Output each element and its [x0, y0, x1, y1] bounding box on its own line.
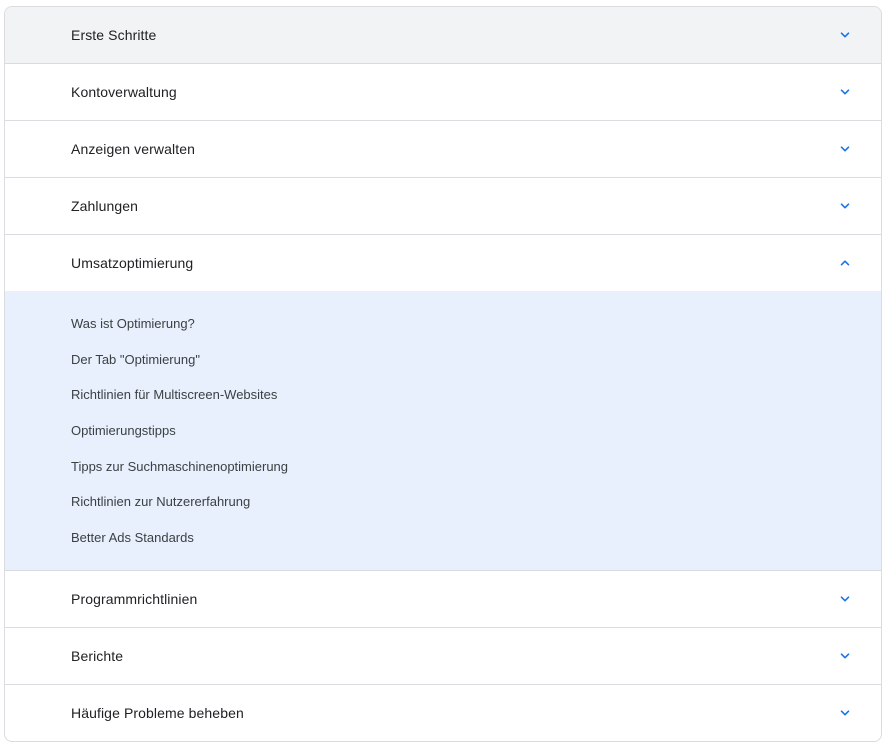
sub-item-seo-tipps[interactable]: Tipps zur Suchmaschinenoptimierung [71, 448, 881, 484]
section-header-zahlungen[interactable]: Zahlungen [5, 178, 881, 234]
section-title: Berichte [71, 648, 124, 665]
section-header-berichte[interactable]: Berichte [5, 628, 881, 684]
section-zahlungen: Zahlungen [5, 178, 881, 235]
section-header-kontoverwaltung[interactable]: Kontoverwaltung [5, 64, 881, 120]
section-title: Programmrichtlinien [71, 591, 198, 608]
section-title: Häufige Probleme beheben [71, 705, 244, 722]
section-header-programmrichtlinien[interactable]: Programmrichtlinien [5, 571, 881, 627]
section-header-erste-schritte[interactable]: Erste Schritte [5, 7, 881, 63]
chevron-down-icon[interactable] [839, 650, 851, 662]
chevron-up-icon[interactable] [839, 257, 851, 269]
chevron-down-icon[interactable] [839, 86, 851, 98]
sub-item-label[interactable]: Was ist Optimierung? [71, 317, 195, 330]
section-kontoverwaltung: Kontoverwaltung [5, 64, 881, 121]
section-probleme-beheben: Häufige Probleme beheben [5, 685, 881, 741]
section-header-umsatzoptimierung[interactable]: Umsatzoptimierung [5, 235, 881, 291]
section-body-umsatzoptimierung: Was ist Optimierung? Der Tab "Optimierun… [5, 291, 881, 571]
sub-item-label[interactable]: Richtlinien für Multiscreen-Websites [71, 388, 277, 401]
section-title: Zahlungen [71, 198, 139, 214]
sub-item-nutzererfahrung[interactable]: Richtlinien zur Nutzererfahrung [71, 484, 881, 520]
chevron-down-icon[interactable] [839, 593, 851, 605]
section-title: Erste Schritte [71, 27, 157, 43]
section-anzeigen-verwalten: Anzeigen verwalten [5, 121, 881, 178]
section-title: Umsatzoptimierung [71, 255, 194, 271]
section-header-probleme-beheben[interactable]: Häufige Probleme beheben [5, 685, 881, 741]
section-header-anzeigen-verwalten[interactable]: Anzeigen verwalten [5, 121, 881, 177]
section-programmrichtlinien: Programmrichtlinien [5, 571, 881, 629]
section-title: Anzeigen verwalten [71, 141, 195, 157]
sub-item-multiscreen-richtlinien[interactable]: Richtlinien für Multiscreen-Websites [71, 377, 881, 413]
sub-item-label[interactable]: Richtlinien zur Nutzererfahrung [71, 495, 250, 508]
chevron-down-icon[interactable] [839, 143, 851, 155]
section-title: Kontoverwaltung [71, 84, 177, 100]
section-umsatzoptimierung: Umsatzoptimierung Was ist Optimierung? D… [5, 235, 881, 572]
sub-item-was-ist-optimierung[interactable]: Was ist Optimierung? [71, 306, 881, 342]
help-topics-accordion: Erste Schritte Kontoverwaltung Anzeigen … [4, 6, 882, 742]
chevron-down-icon[interactable] [839, 29, 851, 41]
section-berichte: Berichte [5, 628, 881, 686]
sub-item-label[interactable]: Optimierungstipps [71, 424, 176, 437]
sub-item-label[interactable]: Tipps zur Suchmaschinenoptimierung [71, 460, 288, 473]
sub-item-optimierungstipps[interactable]: Optimierungstipps [71, 413, 881, 449]
sub-item-label[interactable]: Better Ads Standards [71, 531, 194, 544]
chevron-down-icon[interactable] [839, 200, 851, 212]
section-erste-schritte: Erste Schritte [5, 7, 881, 64]
sub-item-better-ads-standards[interactable]: Better Ads Standards [71, 520, 881, 556]
chevron-down-icon[interactable] [839, 707, 851, 719]
sub-item-label[interactable]: Der Tab "Optimierung" [71, 353, 200, 366]
sub-item-tab-optimierung[interactable]: Der Tab "Optimierung" [71, 342, 881, 378]
